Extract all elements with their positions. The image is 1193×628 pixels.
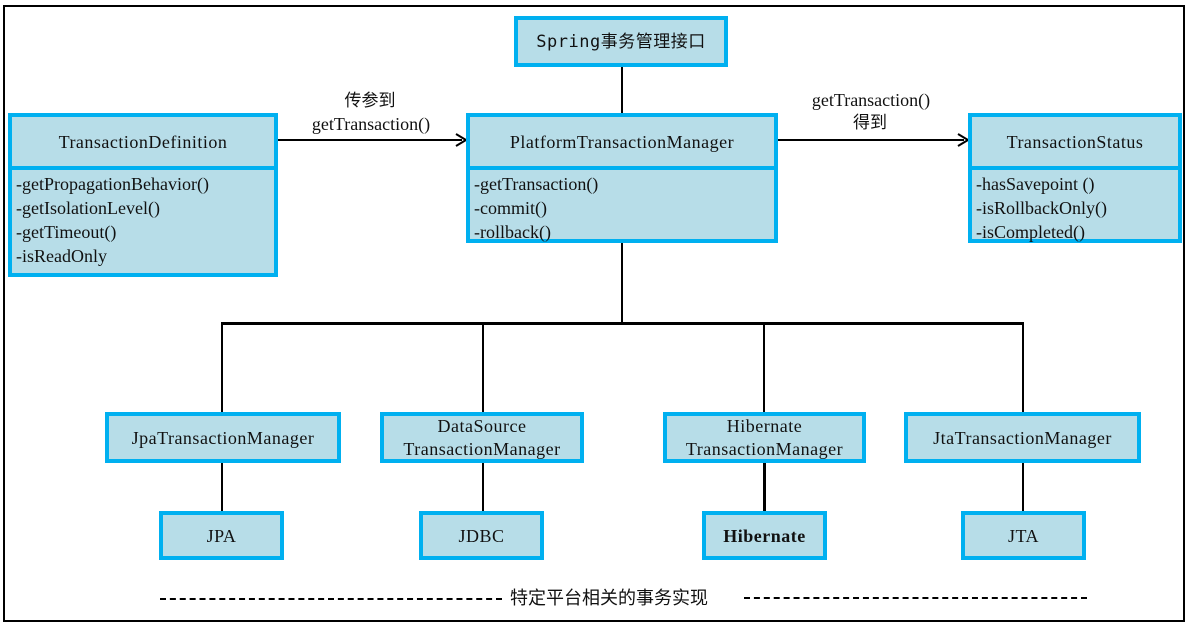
arrow-definition-to-manager bbox=[278, 139, 462, 141]
hibernate-transaction-manager-box[interactable]: Hibernate TransactionManager bbox=[663, 412, 866, 463]
connector-bus-jpa bbox=[221, 323, 223, 412]
connector-bus-hibernate bbox=[763, 323, 765, 412]
transaction-definition-members: -getPropagationBehavior() -getIsolationL… bbox=[12, 166, 274, 273]
impl-manager-label-2: TransactionManager bbox=[685, 438, 844, 459]
datasource-transaction-manager-box[interactable]: DataSource TransactionManager bbox=[380, 412, 584, 463]
jpa-transaction-manager-box[interactable]: JpaTransactionManager bbox=[105, 412, 341, 463]
member-item: -commit() bbox=[474, 198, 547, 218]
platform-label: JDBC bbox=[458, 525, 505, 546]
platform-transaction-manager-box[interactable]: PlatformTransactionManager -getTransacti… bbox=[466, 113, 778, 243]
transaction-status-box[interactable]: TransactionStatus -hasSavepoint () -isRo… bbox=[968, 113, 1182, 243]
platform-label: JTA bbox=[1007, 525, 1040, 546]
member-item: -isCompleted() bbox=[976, 222, 1085, 242]
platform-jpa-box[interactable]: JPA bbox=[159, 511, 284, 560]
connector-bus-jta bbox=[1022, 323, 1024, 412]
member-item: -getTimeout() bbox=[16, 222, 117, 242]
arrow-manager-to-status bbox=[778, 139, 964, 141]
platform-label: JPA bbox=[206, 525, 237, 546]
platform-jdbc-box[interactable]: JDBC bbox=[419, 511, 544, 560]
transaction-definition-title: TransactionDefinition bbox=[12, 117, 274, 170]
impl-manager-label-2: TransactionManager bbox=[403, 438, 561, 459]
platform-label: Hibernate bbox=[723, 525, 806, 546]
bus-line bbox=[221, 322, 1024, 325]
platform-hibernate-box[interactable]: Hibernate bbox=[702, 511, 827, 560]
platform-transaction-manager-members: -getTransaction() -commit() -rollback() bbox=[470, 166, 774, 242]
member-item: -getIsolationLevel() bbox=[16, 198, 160, 218]
arrow-left-label-cn: 传参到 bbox=[344, 91, 396, 111]
impl-manager-label: JpaTransactionManager bbox=[131, 427, 315, 448]
spring-interface-label: Spring事务管理接口 bbox=[536, 31, 706, 52]
member-item: -isReadOnly bbox=[16, 246, 107, 266]
member-item: -hasSavepoint () bbox=[976, 174, 1095, 194]
platform-transaction-manager-title: PlatformTransactionManager bbox=[470, 117, 774, 170]
connector-manager-to-bus bbox=[621, 243, 623, 324]
jta-transaction-manager-box[interactable]: JtaTransactionManager bbox=[904, 412, 1141, 463]
arrow-right-label-cn: 得到 bbox=[853, 113, 887, 133]
impl-manager-label: Hibernate bbox=[726, 415, 803, 436]
connector-hibernate-leaf bbox=[763, 463, 766, 511]
member-item: -isRollbackOnly() bbox=[976, 198, 1107, 218]
footer-caption: 特定平台相关的事务实现 bbox=[510, 588, 708, 609]
connector-jta-leaf bbox=[1022, 463, 1024, 511]
connector-datasource-leaf bbox=[482, 463, 484, 511]
arrow-right-label-method: getTransaction() bbox=[811, 90, 931, 110]
connector-top-to-manager bbox=[621, 67, 623, 113]
connector-jpa-leaf bbox=[221, 463, 223, 511]
member-item: -rollback() bbox=[474, 222, 551, 242]
footer-dashed-line-right bbox=[744, 597, 1087, 599]
spring-interface-box[interactable]: Spring事务管理接口 bbox=[514, 16, 728, 67]
impl-manager-label: JtaTransactionManager bbox=[933, 427, 1112, 448]
member-item: -getTransaction() bbox=[474, 174, 599, 194]
transaction-definition-box[interactable]: TransactionDefinition -getPropagationBeh… bbox=[8, 113, 278, 277]
connector-bus-datasource bbox=[482, 323, 484, 412]
footer-dashed-line-left bbox=[160, 598, 502, 600]
transaction-status-members: -hasSavepoint () -isRollbackOnly() -isCo… bbox=[972, 166, 1178, 242]
arrow-left-label-method: getTransaction() bbox=[311, 114, 431, 134]
transaction-status-title: TransactionStatus bbox=[972, 117, 1178, 170]
impl-manager-label: DataSource bbox=[437, 415, 527, 436]
platform-jta-box[interactable]: JTA bbox=[961, 511, 1086, 560]
member-item: -getPropagationBehavior() bbox=[16, 174, 209, 194]
